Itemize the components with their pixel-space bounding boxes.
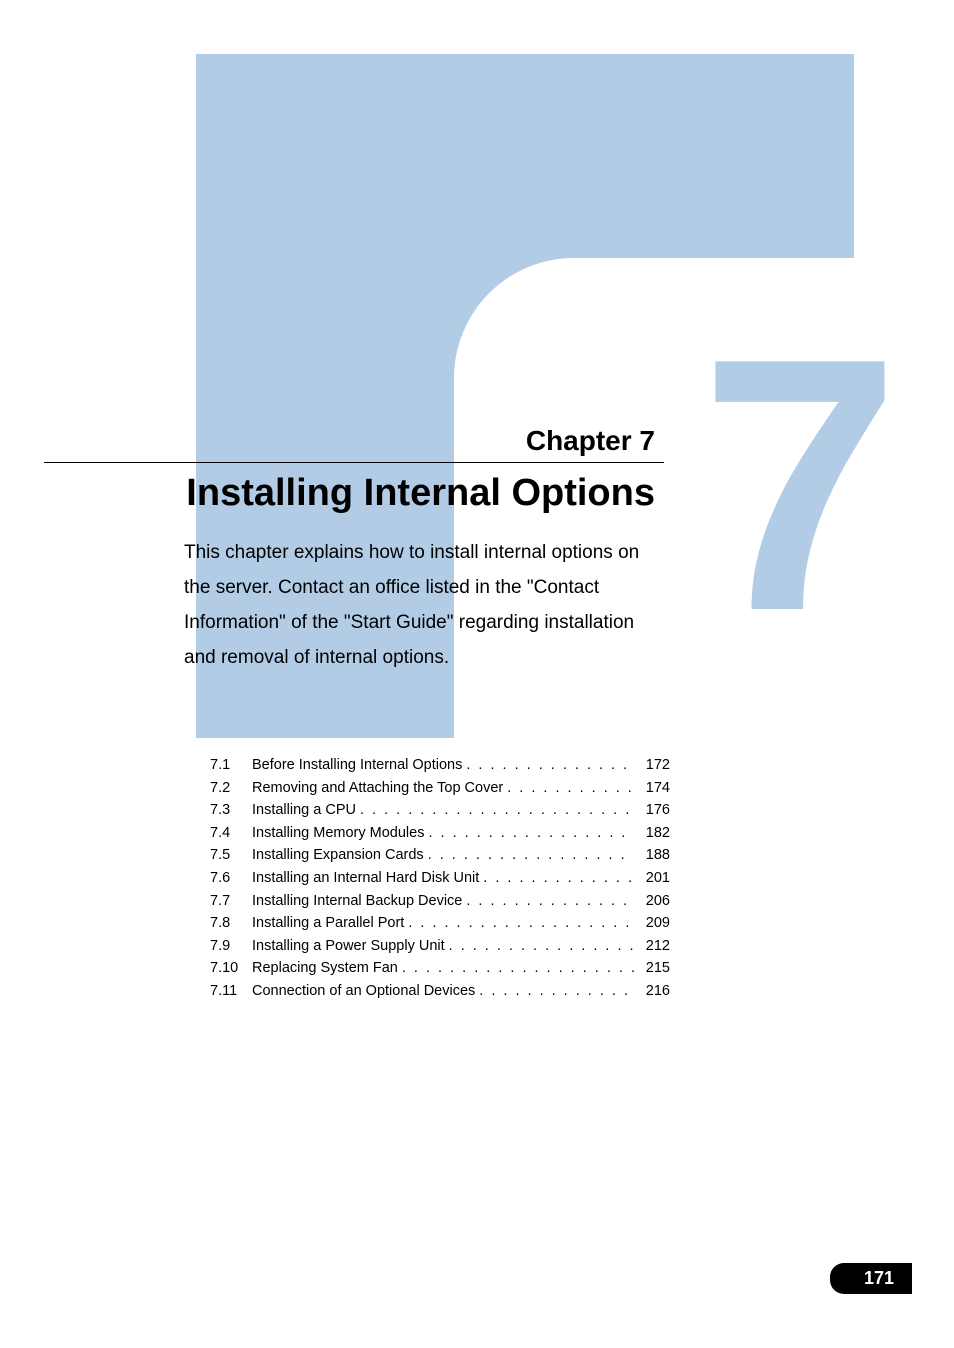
toc-leader-dots — [503, 777, 634, 800]
toc-leader-dots — [424, 844, 634, 867]
toc-section-title: Installing a Parallel Port — [252, 912, 404, 935]
toc-leader-dots — [398, 957, 634, 980]
toc-section-number: 7.11 — [210, 980, 252, 1003]
toc-section-number: 7.5 — [210, 844, 252, 867]
toc-section-number: 7.3 — [210, 799, 252, 822]
toc-section-number: 7.4 — [210, 822, 252, 845]
toc-row: 7.10 Replacing System Fan 215 — [210, 957, 670, 980]
toc-section-title: Installing Memory Modules — [252, 822, 424, 845]
toc-section-title: Installing a CPU — [252, 799, 356, 822]
page: 7 Chapter 7 Installing Internal Options … — [0, 0, 954, 1348]
toc-section-number: 7.2 — [210, 777, 252, 800]
toc-section-title: Before Installing Internal Options — [252, 754, 462, 777]
toc-section-number: 7.6 — [210, 867, 252, 890]
toc-page-number: 212 — [634, 935, 670, 958]
chapter-label: Chapter 7 — [0, 425, 655, 457]
toc-section-number: 7.9 — [210, 935, 252, 958]
toc-row: 7.1 Before Installing Internal Options 1… — [210, 754, 670, 777]
toc-page-number: 209 — [634, 912, 670, 935]
toc-page-number: 216 — [634, 980, 670, 1003]
toc-row: 7.4 Installing Memory Modules 182 — [210, 822, 670, 845]
toc-leader-dots — [475, 980, 634, 1003]
toc-leader-dots — [462, 890, 634, 913]
toc-section-number: 7.7 — [210, 890, 252, 913]
toc-page-number: 182 — [634, 822, 670, 845]
toc-row: 7.8 Installing a Parallel Port 209 — [210, 912, 670, 935]
toc-page-number: 201 — [634, 867, 670, 890]
toc-leader-dots — [479, 867, 634, 890]
toc-row: 7.11 Connection of an Optional Devices 2… — [210, 980, 670, 1003]
toc-section-number: 7.10 — [210, 957, 252, 980]
toc-section-title: Replacing System Fan — [252, 957, 398, 980]
toc-row: 7.7 Installing Internal Backup Device 20… — [210, 890, 670, 913]
toc-row: 7.2 Removing and Attaching the Top Cover… — [210, 777, 670, 800]
toc-section-title: Installing a Power Supply Unit — [252, 935, 445, 958]
toc-leader-dots — [462, 754, 634, 777]
toc-leader-dots — [356, 799, 634, 822]
toc-row: 7.3 Installing a CPU 176 — [210, 799, 670, 822]
chapter-big-number: 7 — [700, 305, 890, 665]
chapter-title: Installing Internal Options — [0, 472, 655, 515]
toc-section-number: 7.8 — [210, 912, 252, 935]
toc-section-title: Installing an Internal Hard Disk Unit — [252, 867, 479, 890]
toc-page-number: 174 — [634, 777, 670, 800]
toc-leader-dots — [445, 935, 634, 958]
toc-section-number: 7.1 — [210, 754, 252, 777]
toc-row: 7.9 Installing a Power Supply Unit 212 — [210, 935, 670, 958]
toc-page-number: 176 — [634, 799, 670, 822]
toc-page-number: 206 — [634, 890, 670, 913]
toc-row: 7.5 Installing Expansion Cards 188 — [210, 844, 670, 867]
toc-section-title: Connection of an Optional Devices — [252, 980, 475, 1003]
toc-page-number: 215 — [634, 957, 670, 980]
toc-leader-dots — [424, 822, 634, 845]
toc-section-title: Installing Internal Backup Device — [252, 890, 462, 913]
toc-page-number: 172 — [634, 754, 670, 777]
toc-row: 7.6 Installing an Internal Hard Disk Uni… — [210, 867, 670, 890]
table-of-contents: 7.1 Before Installing Internal Options 1… — [210, 754, 670, 1003]
page-number-badge: 171 — [830, 1263, 912, 1294]
toc-page-number: 188 — [634, 844, 670, 867]
chapter-rule — [44, 462, 664, 463]
toc-leader-dots — [404, 912, 634, 935]
toc-section-title: Installing Expansion Cards — [252, 844, 424, 867]
chapter-intro: This chapter explains how to install int… — [184, 535, 664, 676]
toc-section-title: Removing and Attaching the Top Cover — [252, 777, 503, 800]
